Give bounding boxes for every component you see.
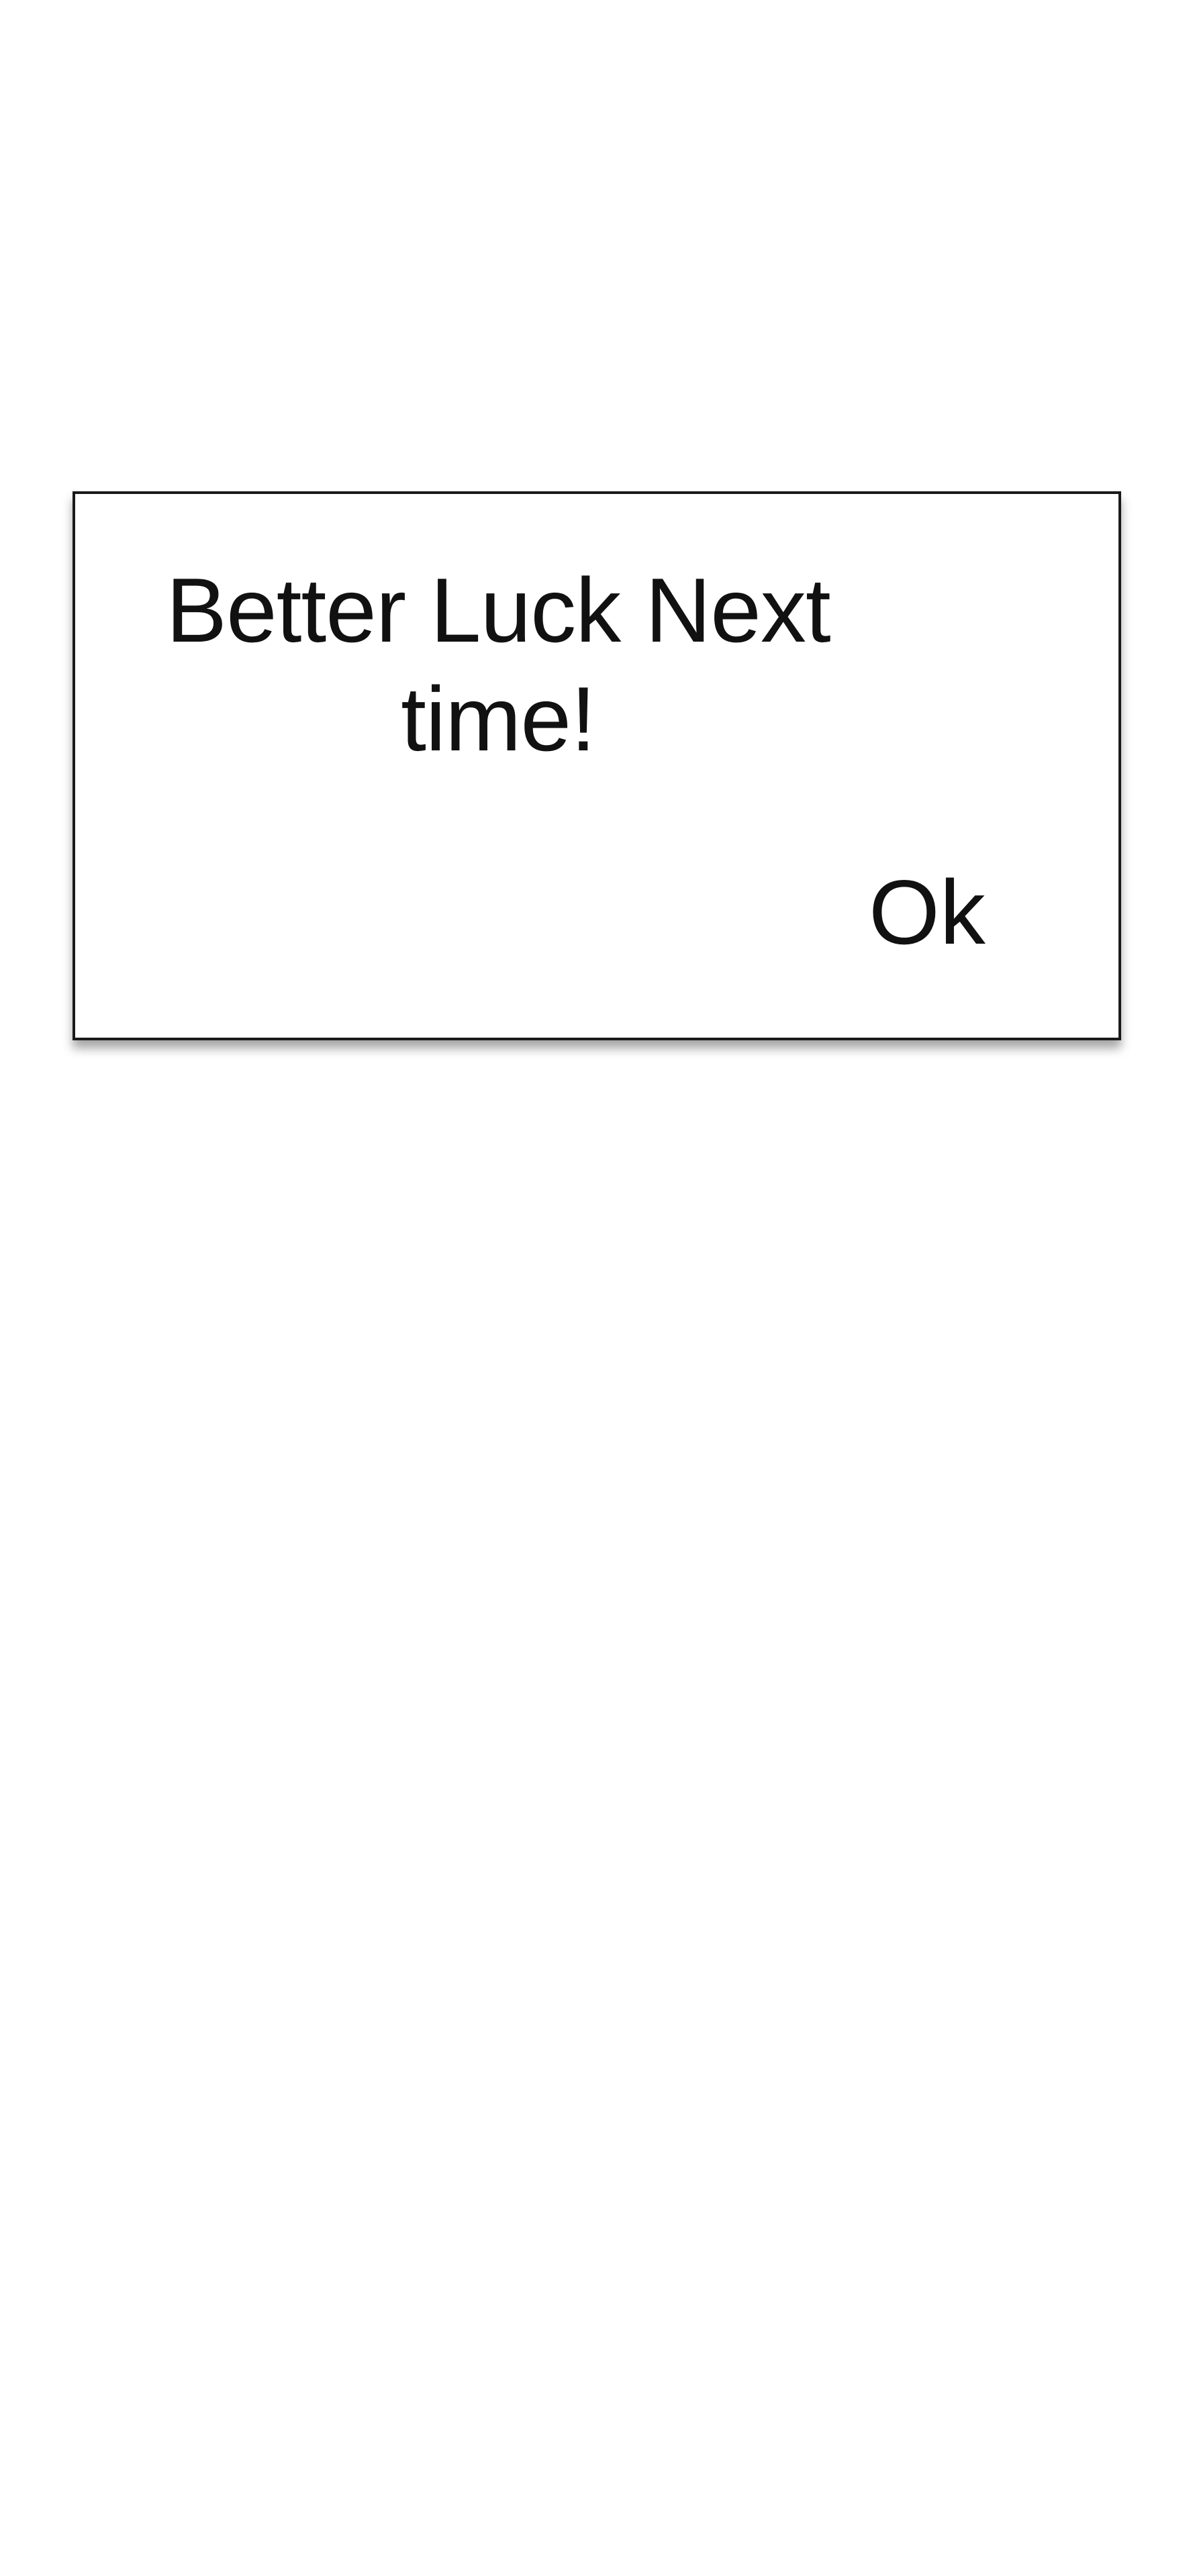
dialog-message: Better Luck Next time! [166, 559, 830, 770]
result-dialog: Better Luck Next time! Ok [73, 491, 1121, 1040]
ok-button[interactable]: Ok [869, 858, 986, 967]
screen-background: Better Luck Next time! Ok [0, 0, 1195, 2576]
